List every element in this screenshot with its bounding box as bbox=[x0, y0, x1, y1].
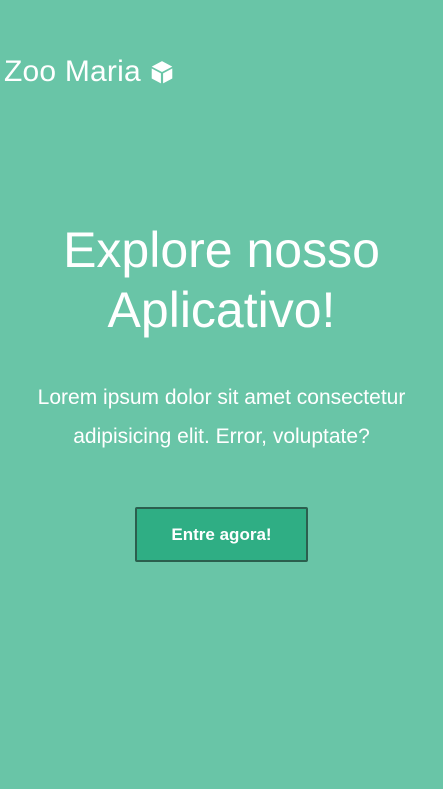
hero-title: Explore nosso Aplicativo! bbox=[63, 222, 380, 338]
cube-icon bbox=[149, 59, 175, 85]
hero-description: Lorem ipsum dolor sit amet consectetur a… bbox=[37, 386, 406, 448]
enter-now-button[interactable]: Entre agora! bbox=[135, 507, 308, 562]
brand-link[interactable]: Zoo Maria bbox=[4, 52, 175, 92]
cta-container: Entre agora! bbox=[0, 507, 443, 562]
hero-section: Explore nosso Aplicativo! Lorem ipsum do… bbox=[0, 220, 443, 456]
brand-name: Zoo Maria bbox=[4, 55, 141, 88]
